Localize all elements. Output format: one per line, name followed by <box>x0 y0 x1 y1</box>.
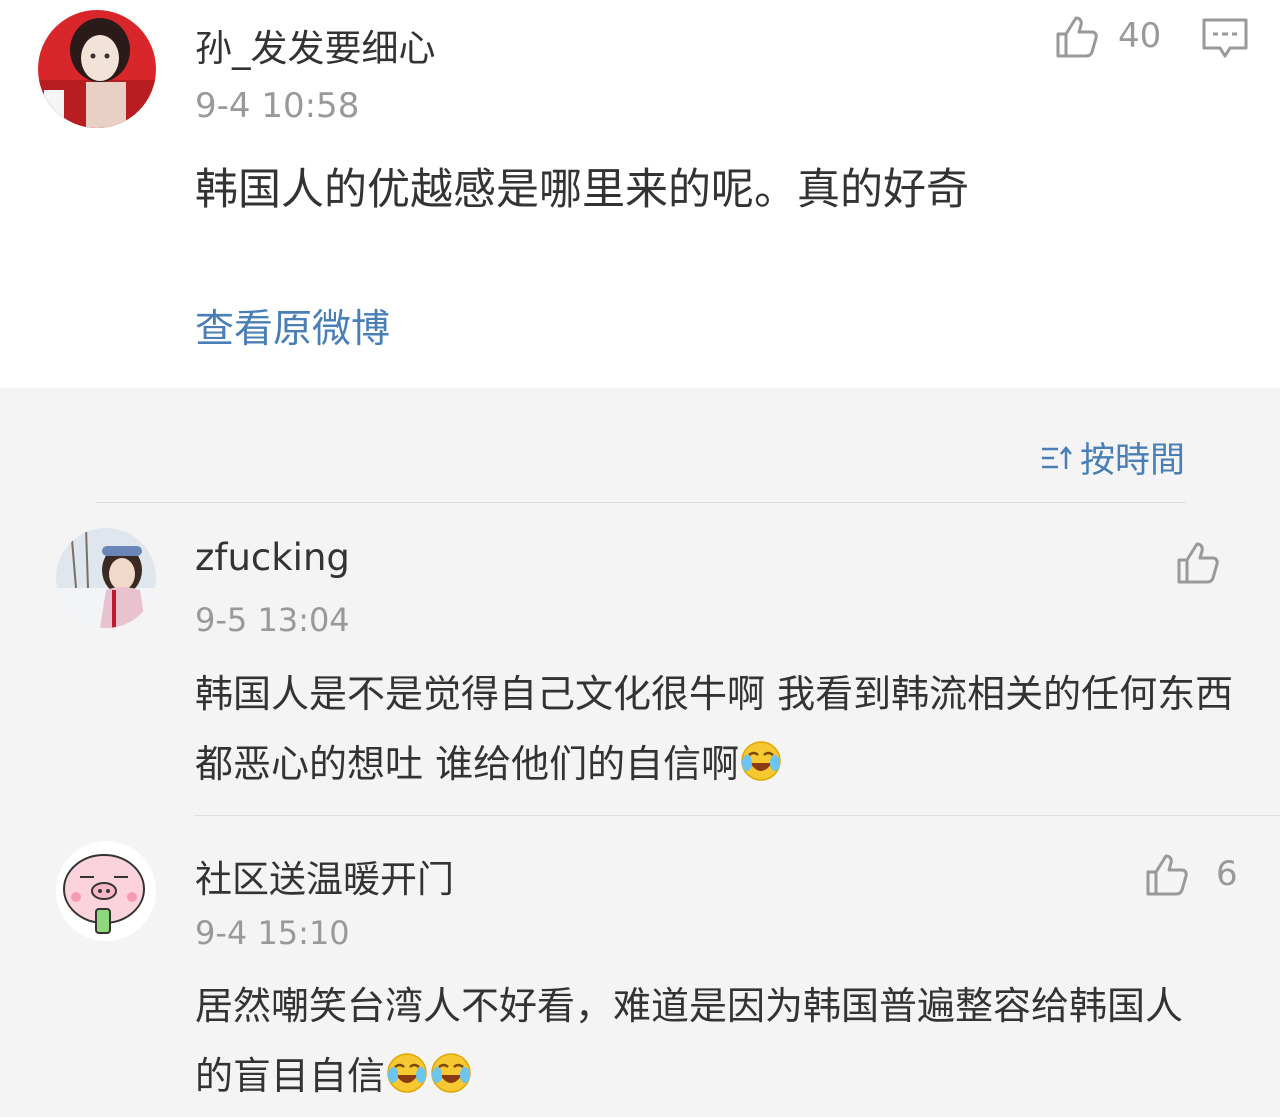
comment-text-block: 韩国人是不是觉得自己文化很牛啊 我看到韩流相关的任何东西都恶心的想吐 谁给他们的… <box>195 659 1235 805</box>
post-author-name[interactable]: 孙_发发要细心 <box>195 18 436 72</box>
comment-author-name[interactable]: 社区送温暖开门 <box>195 849 454 903</box>
comment-like-button[interactable] <box>1173 538 1239 586</box>
comment-timestamp: 9-4 15:10 <box>195 914 350 952</box>
divider <box>96 502 1186 503</box>
comment-text-block: 居然嘲笑台湾人不好看，难道是因为韩国普遍整容给韩国人的盲目自信 <box>195 971 1215 1117</box>
comment-text: 韩国人是不是觉得自己文化很牛啊 我看到韩流相关的任何东西都恶心的想吐 谁给他们的… <box>195 672 1234 786</box>
view-original-weibo-link[interactable]: 查看原微博 <box>195 298 390 354</box>
thumbs-up-icon <box>1056 16 1098 58</box>
laugh-cry-emoji-icon <box>429 1047 473 1117</box>
comment-author-name[interactable]: zfucking <box>195 536 350 579</box>
comment-like-button[interactable]: 6 <box>1142 850 1238 898</box>
comment-like-count: 6 <box>1216 854 1238 894</box>
laugh-cry-emoji-icon <box>739 735 783 805</box>
thumbs-up-icon <box>1146 854 1188 896</box>
comment-text: 居然嘲笑台湾人不好看，难道是因为韩国普遍整容给韩国人的盲目自信 <box>195 984 1184 1098</box>
post-author-avatar[interactable] <box>38 10 156 128</box>
comment-icon-button[interactable] <box>1200 16 1250 66</box>
post-like-count: 40 <box>1118 16 1162 56</box>
comment-timestamp: 9-5 13:04 <box>195 601 350 639</box>
sort-by-time-button[interactable]: 按時間 <box>1040 432 1185 483</box>
post-text: 韩国人的优越感是哪里来的呢。真的好奇 <box>195 165 969 215</box>
laugh-cry-emoji-icon <box>385 1047 429 1117</box>
original-post: 孙_发发要细心 9-4 10:58 40 韩国人的优越感是哪里来的呢。真的好奇 … <box>0 0 1280 388</box>
comment-author-avatar[interactable] <box>56 841 156 941</box>
comment-author-avatar[interactable] <box>56 528 156 628</box>
sort-icon <box>1042 445 1072 469</box>
post-timestamp: 9-4 10:58 <box>195 86 360 126</box>
post-like-button[interactable]: 40 <box>1052 12 1161 60</box>
divider <box>195 815 1280 816</box>
comment-bubble-icon <box>1202 18 1248 58</box>
thumbs-up-icon <box>1177 542 1219 584</box>
sort-label: 按時間 <box>1080 441 1186 481</box>
